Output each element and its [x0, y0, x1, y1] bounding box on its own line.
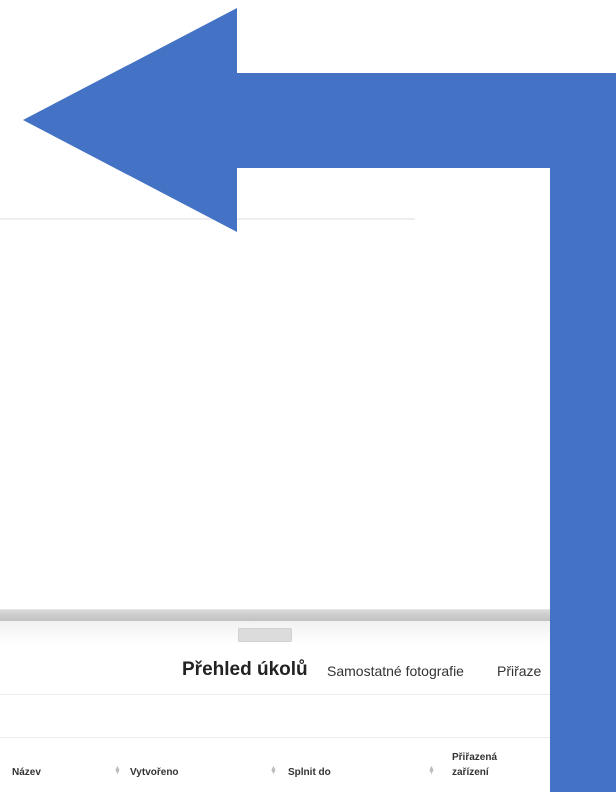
- elbow-arrow-left-icon: [23, 8, 616, 792]
- arrow-shape: [23, 8, 616, 792]
- screenshot-stage: Přehled úkolů Samostatné fotografie Přiř…: [0, 0, 616, 792]
